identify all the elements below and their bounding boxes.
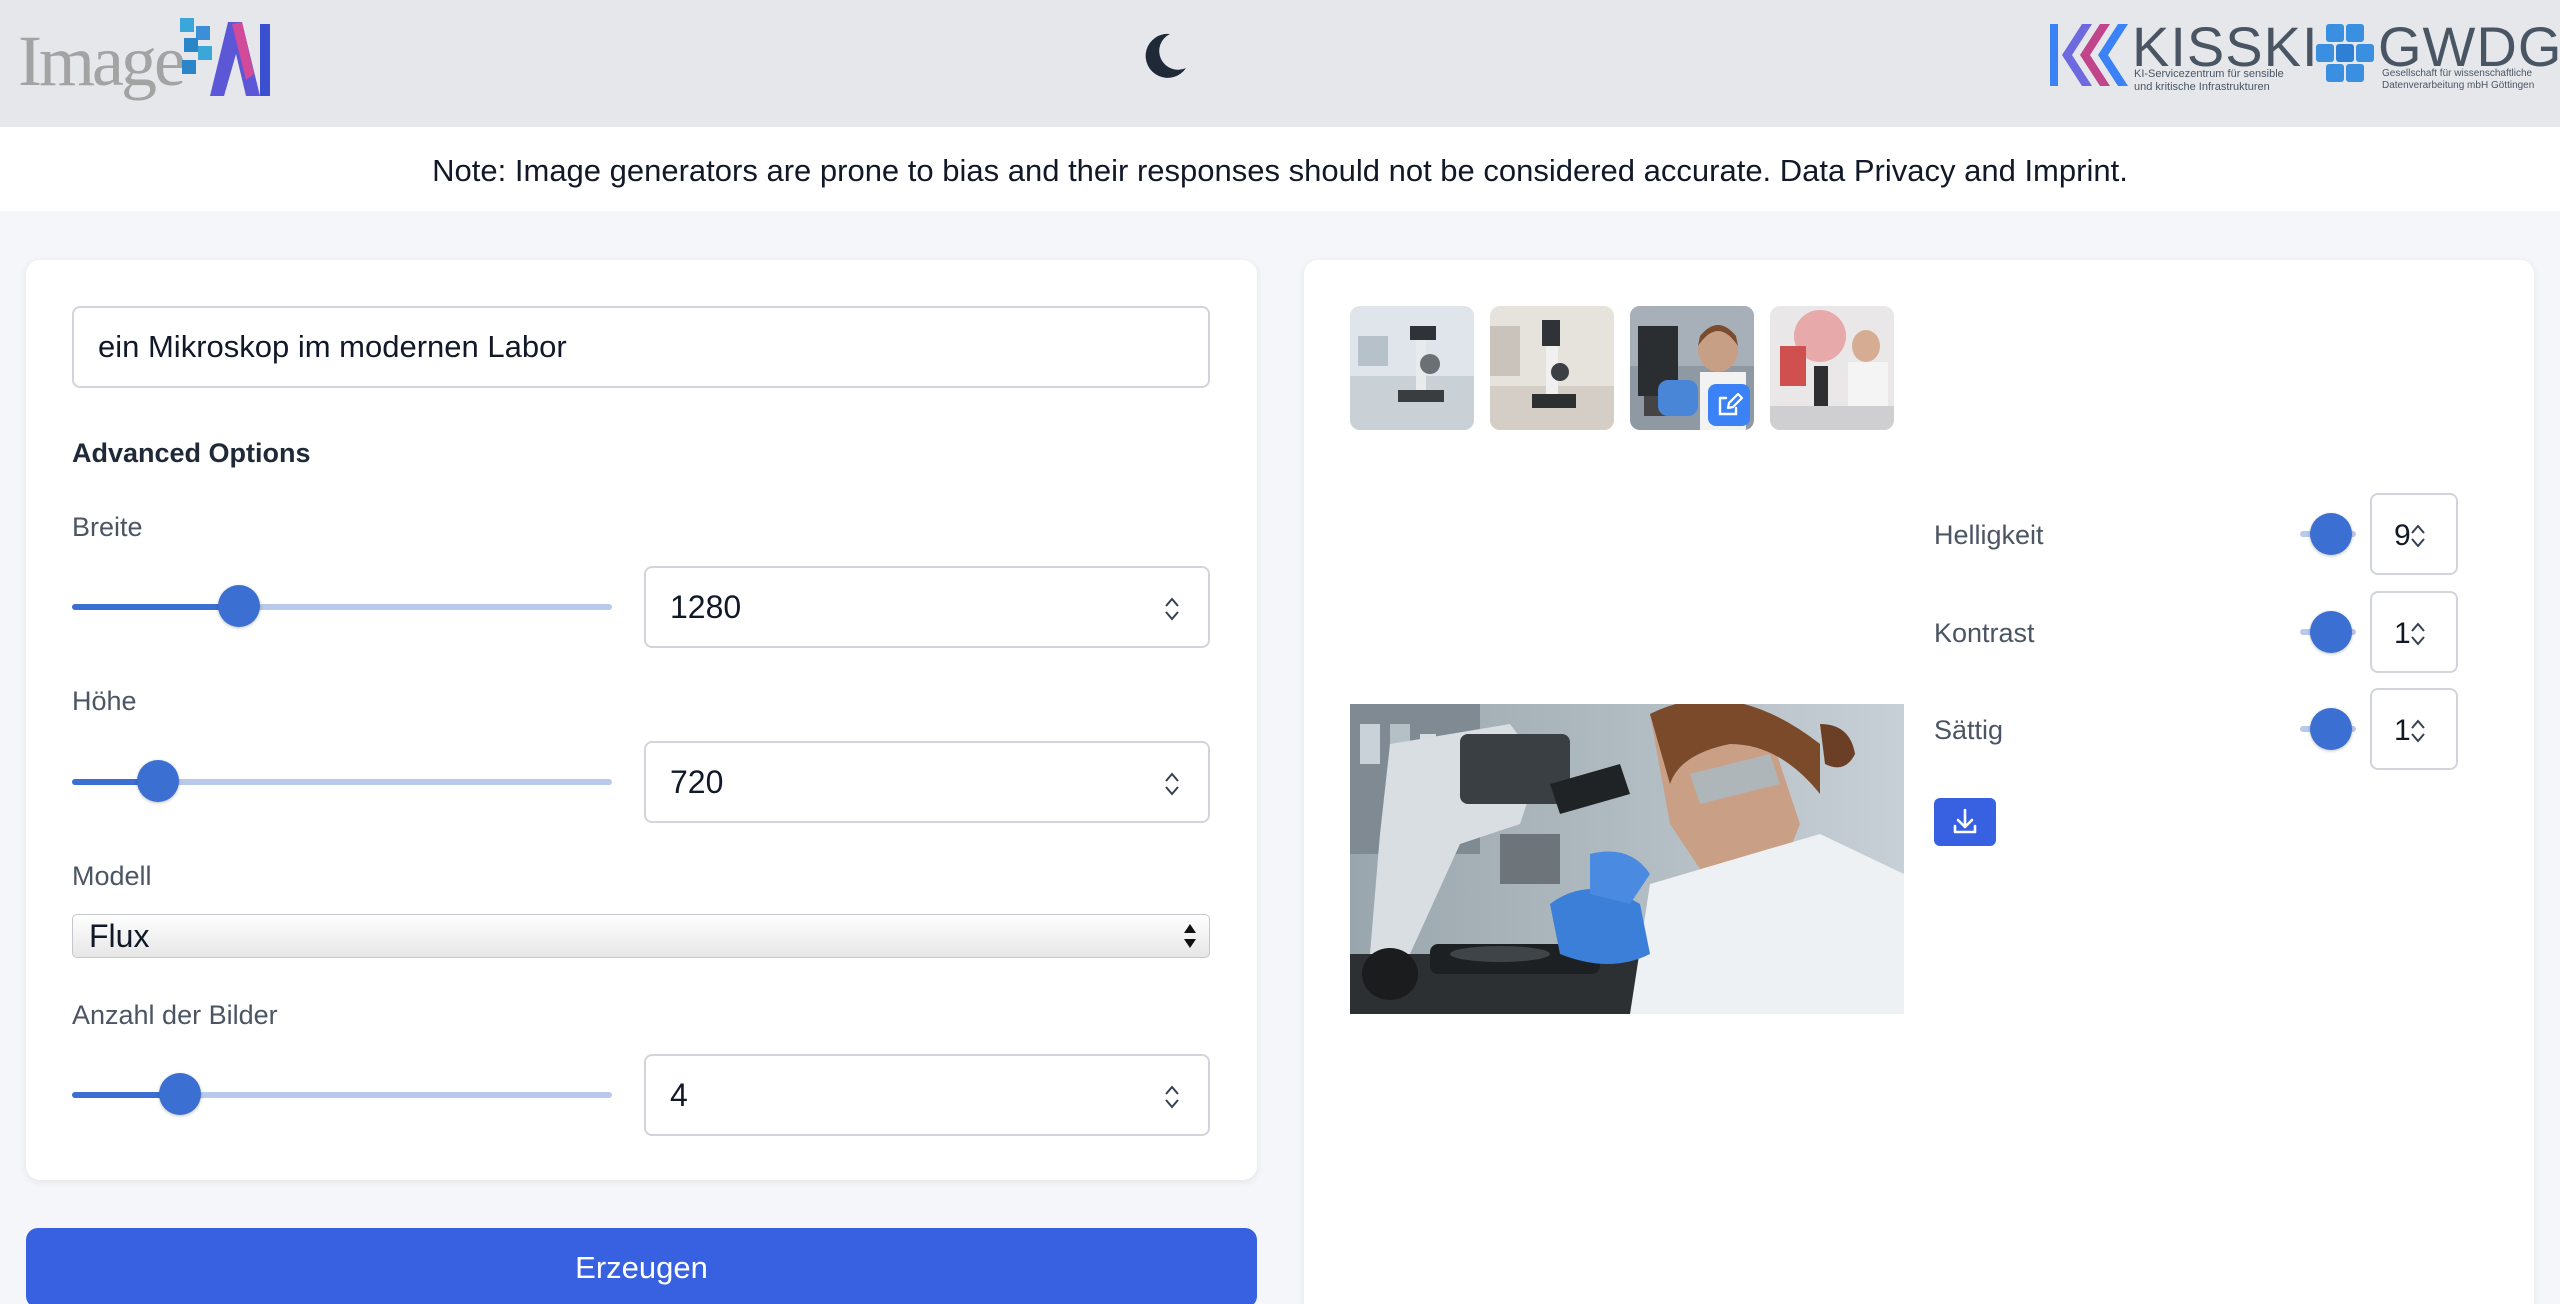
contrast-slider[interactable] <box>2300 611 2356 653</box>
thumbnail-image <box>1350 306 1474 430</box>
advanced-options-title: Advanced Options <box>72 438 311 468</box>
width-slider[interactable] <box>72 585 612 629</box>
slider-thumb[interactable] <box>159 1073 201 1115</box>
thumbnail-image <box>1770 306 1894 430</box>
slider-thumb[interactable] <box>218 585 260 627</box>
contrast-label: Kontrast <box>1934 618 2035 648</box>
slider-thumb[interactable] <box>2310 708 2352 750</box>
model-label: Modell <box>72 861 152 891</box>
spinner-icon[interactable] <box>2408 619 2428 649</box>
logo-text: Image <box>18 21 186 101</box>
slider-thumb[interactable] <box>2310 513 2352 555</box>
ai-logo <box>180 18 270 96</box>
spinner-icon[interactable] <box>2408 521 2428 551</box>
thumbnail-1[interactable] <box>1350 306 1474 430</box>
edit-button[interactable] <box>1708 384 1750 426</box>
thumbnail-4[interactable] <box>1770 306 1894 430</box>
select-arrows-icon <box>1184 924 1196 948</box>
gwdg-subtitle: Gesellschaft für wissenschaftliche Daten… <box>2382 68 2535 91</box>
count-label: Anzahl der Bilder <box>72 1000 278 1030</box>
thumbnail-2[interactable] <box>1490 306 1614 430</box>
spinner-icon[interactable] <box>1162 769 1182 799</box>
height-value: 720 <box>670 764 724 800</box>
gwdg-logo[interactable]: GWDG Gesellschaft für wissenschaftliche … <box>2316 15 2560 96</box>
download-button[interactable] <box>1934 798 1996 846</box>
contrast-input[interactable]: 1 <box>2370 591 2458 673</box>
generate-button[interactable]: Erzeugen <box>26 1228 1257 1304</box>
options-card: ein Mikroskop im modernen Labor Advanced… <box>26 260 1257 1180</box>
width-label: Breite <box>72 512 143 542</box>
output-card: Helligkeit 9 Kontrast 1 Sättig 1 <box>1304 260 2534 1304</box>
generated-image[interactable] <box>1350 704 1904 1014</box>
count-input[interactable]: 4 <box>644 1054 1210 1136</box>
gwdg-blocks-icon <box>2316 24 2374 82</box>
saturation-slider[interactable] <box>2300 708 2356 750</box>
brightness-input[interactable]: 9 <box>2370 493 2458 575</box>
note-banner: Note: Image generators are prone to bias… <box>0 127 2560 211</box>
width-value: 1280 <box>670 589 742 625</box>
brightness-slider[interactable] <box>2300 513 2356 555</box>
generated-image-content <box>1350 704 1904 1014</box>
height-label: Höhe <box>72 686 137 716</box>
slider-fill <box>72 604 239 610</box>
kisski-chevrons-icon <box>2050 24 2128 86</box>
model-selected: Flux <box>89 918 150 954</box>
kisski-subtitle: KI-Servicezentrum für sensible und kriti… <box>2134 68 2284 93</box>
slider-thumb[interactable] <box>2310 611 2352 653</box>
saturation-label: Sättig <box>1934 715 2004 745</box>
top-bar: Image KISSKI KI-Servicezentrum für sensi… <box>0 0 2560 127</box>
model-select[interactable]: Flux <box>72 914 1210 958</box>
spinner-icon[interactable] <box>1162 1082 1182 1112</box>
thumbnail-3[interactable] <box>1630 306 1754 430</box>
kisski-logo[interactable]: KISSKI KI-Servicezentrum für sensible un… <box>2050 15 2318 96</box>
slider-thumb[interactable] <box>137 760 179 802</box>
count-value: 4 <box>670 1077 688 1113</box>
prompt-input[interactable]: ein Mikroskop im modernen Labor <box>72 306 1210 388</box>
edit-icon <box>1718 392 1744 416</box>
width-input[interactable]: 1280 <box>644 566 1210 648</box>
height-slider[interactable] <box>72 760 612 804</box>
brightness-label: Helligkeit <box>1934 520 2044 550</box>
thumbnail-image <box>1490 306 1614 430</box>
saturation-input[interactable]: 1 <box>2370 688 2458 770</box>
download-icon <box>1953 808 1977 834</box>
spinner-icon[interactable] <box>1162 594 1182 624</box>
height-input[interactable]: 720 <box>644 741 1210 823</box>
moon-icon[interactable] <box>1136 28 1192 84</box>
count-slider[interactable] <box>72 1073 612 1117</box>
spinner-icon[interactable] <box>2408 716 2428 746</box>
